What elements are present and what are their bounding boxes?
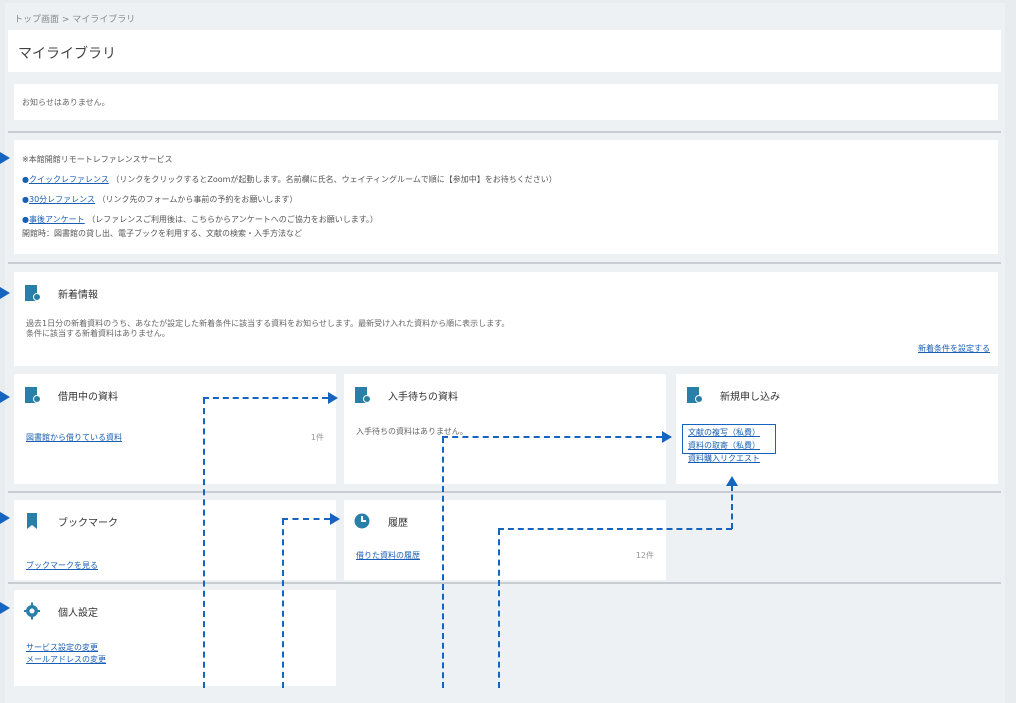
divider bbox=[8, 262, 1001, 264]
new-request-title: 新規申し込み bbox=[720, 392, 780, 403]
borrowing-title: 借用中の資料 bbox=[58, 392, 118, 403]
page-title: マイライブラリ bbox=[18, 46, 116, 62]
arrow-head-icon bbox=[0, 602, 10, 614]
connector-line bbox=[442, 437, 444, 688]
notice-text: お知らせはありません。 bbox=[22, 98, 110, 107]
connector-line bbox=[203, 398, 205, 688]
borrowing-card: 借用中の資料 図書館から借りている資料 1件 bbox=[14, 374, 336, 484]
waiting-card: 入手待ちの資料 入手待ちの資料はありません。 bbox=[344, 374, 666, 484]
bookmark-icon bbox=[27, 513, 37, 529]
highlight-box bbox=[682, 424, 776, 454]
view-bookmarks-link[interactable]: ブックマークを見る bbox=[26, 560, 98, 571]
connector-line bbox=[282, 519, 284, 688]
divider bbox=[8, 491, 1001, 493]
breadcrumb[interactable]: トップ画面 > マイライブラリ bbox=[14, 12, 135, 25]
arrow-head-icon bbox=[330, 513, 340, 525]
history-count: 12件 bbox=[635, 551, 654, 560]
divider bbox=[8, 131, 1001, 133]
arrow-head-icon bbox=[0, 391, 10, 403]
new-arrivals-empty: 条件に該当する新着資料はありません。 bbox=[26, 329, 170, 338]
connector-line bbox=[731, 485, 733, 529]
divider bbox=[8, 582, 1001, 584]
borrowing-count: 1件 bbox=[310, 433, 324, 442]
waiting-title: 入手待ちの資料 bbox=[388, 392, 458, 403]
reference-heading: ※本館開館リモートレファレンスサービス bbox=[22, 155, 173, 164]
purchase-request-link[interactable]: 資料購入リクエスト bbox=[688, 453, 760, 464]
quick-reference-link[interactable]: クイックレファレンス bbox=[29, 175, 109, 184]
borrow-history-link[interactable]: 借りた資料の履歴 bbox=[356, 550, 420, 561]
history-title: 履歴 bbox=[388, 518, 408, 529]
arrow-head-icon bbox=[0, 152, 10, 164]
arrow-head-icon bbox=[328, 392, 338, 404]
survey-link[interactable]: 事後アンケート bbox=[29, 215, 85, 224]
book-icon bbox=[355, 387, 370, 403]
settings-card: 個人設定 サービス設定の変更 メールアドレスの変更 bbox=[14, 590, 336, 686]
arrow-head-icon bbox=[0, 512, 10, 524]
book-icon bbox=[25, 387, 40, 403]
connector-line bbox=[498, 529, 500, 688]
connector-line bbox=[442, 436, 662, 438]
new-arrivals-panel: 新着情報 過去1日分の新着資料のうち、あなたが設定した新着条件に該当する資料をお… bbox=[14, 272, 998, 366]
borrowing-link[interactable]: 図書館から借りている資料 bbox=[26, 432, 122, 443]
reference-item: ●30分レファレンス （リンク先のフォームから事前の予約をお願いします） bbox=[22, 195, 298, 204]
service-settings-link[interactable]: サービス設定の変更 bbox=[26, 642, 98, 653]
gear-icon bbox=[24, 602, 40, 620]
bookmark-title: ブックマーク bbox=[58, 518, 118, 529]
history-card: 履歴 借りた資料の履歴 12件 bbox=[344, 500, 666, 580]
bookmark-card: ブックマーク ブックマークを見る bbox=[14, 500, 336, 580]
connector-line bbox=[203, 397, 328, 399]
arrow-head-icon bbox=[726, 476, 738, 486]
clock-icon bbox=[354, 513, 370, 529]
title-bar: マイライブラリ bbox=[8, 30, 1001, 72]
settings-title: 個人設定 bbox=[58, 608, 98, 619]
set-new-arrivals-condition-link[interactable]: 新着条件を設定する bbox=[918, 343, 990, 354]
email-settings-link[interactable]: メールアドレスの変更 bbox=[26, 654, 106, 665]
arrow-head-icon bbox=[0, 287, 10, 299]
book-icon bbox=[25, 285, 40, 301]
reference-item: ●事後アンケート （レファレンスご利用後は、こちらからアンケートへのご協力をお願… bbox=[22, 215, 378, 224]
notice-panel: お知らせはありません。 bbox=[14, 84, 998, 120]
reference-item: ●クイックレファレンス （リンクをクリックするとZoomが起動します。名前欄に氏… bbox=[22, 175, 557, 184]
arrow-head-icon bbox=[662, 431, 672, 443]
connector-line bbox=[498, 528, 732, 530]
reference-panel: ※本館開館リモートレファレンスサービス ●クイックレファレンス （リンクをクリッ… bbox=[14, 140, 998, 254]
connector-line bbox=[282, 518, 330, 520]
reference-footnote: 開館時：図書館の貸し出、電子ブックを利用する、文献の検索・入手方法など bbox=[22, 229, 302, 238]
new-arrivals-title: 新着情報 bbox=[58, 290, 98, 301]
30min-reference-link[interactable]: 30分レファレンス bbox=[29, 195, 95, 204]
book-icon bbox=[687, 387, 702, 403]
